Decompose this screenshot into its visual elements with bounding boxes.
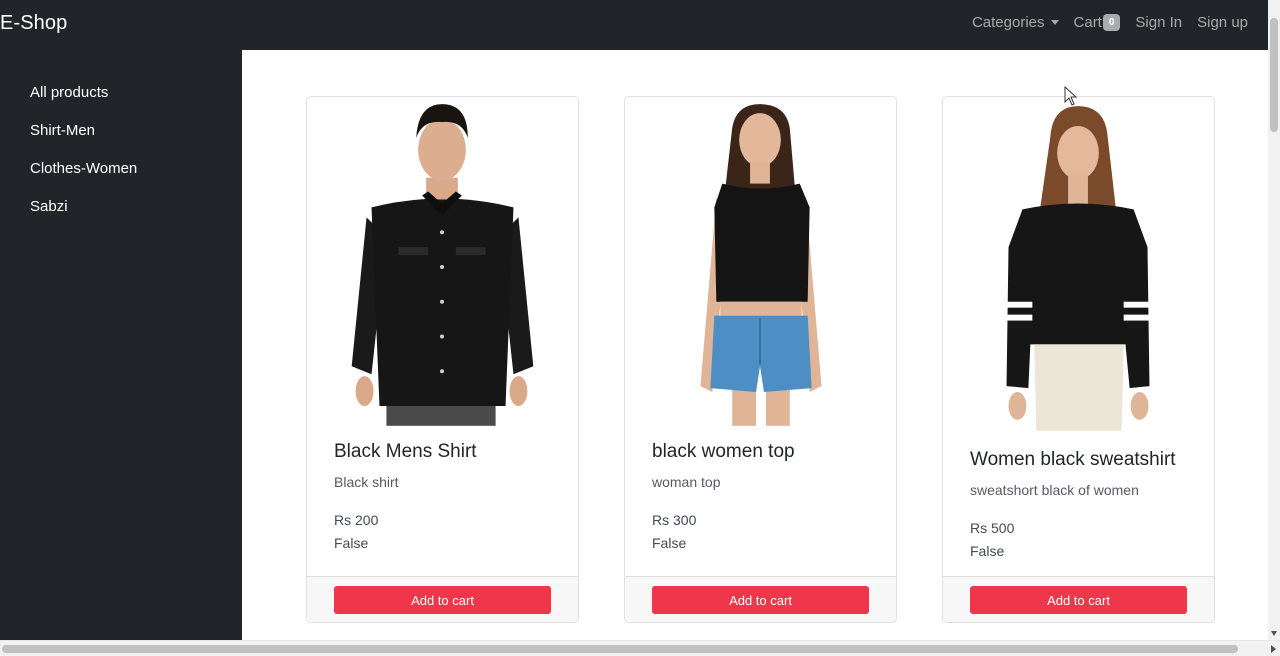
scroll-right-arrow-icon[interactable]	[1271, 645, 1276, 653]
card-footer: Add to cart	[625, 576, 896, 622]
product-stock-status: False	[334, 535, 369, 551]
product-price: Rs 500	[970, 520, 1015, 536]
product-description: sweatshort black of women	[970, 482, 1139, 498]
add-to-cart-button[interactable]: Add to cart	[334, 586, 551, 614]
product-title[interactable]: black women top	[652, 441, 795, 463]
woman-sweatshirt-photo	[943, 97, 1214, 432]
card-footer: Add to cart	[307, 576, 578, 622]
sign-in-link[interactable]: Sign In	[1135, 14, 1182, 31]
brand-logo[interactable]: E-Shop	[0, 12, 67, 35]
product-card: Women black sweatshirt sweatshort black …	[942, 96, 1215, 623]
categories-dropdown[interactable]: Categories	[972, 14, 1059, 31]
woman-top-photo	[625, 97, 896, 432]
product-description: woman top	[652, 474, 721, 490]
product-price: Rs 300	[652, 512, 697, 528]
product-description: Black shirt	[334, 474, 399, 490]
cart-count-badge: 0	[1102, 14, 1121, 31]
sidebar-item-shirt-men[interactable]: Shirt-Men	[30, 122, 95, 139]
add-to-cart-button[interactable]: Add to cart	[970, 586, 1187, 614]
horizontal-scrollbar-thumb[interactable]	[2, 645, 1238, 653]
category-sidebar: All products Shirt-Men Clothes-Women Sab…	[0, 50, 242, 640]
mouse-cursor-icon	[1064, 86, 1078, 106]
product-stock-status: False	[652, 535, 687, 551]
cart-link[interactable]: Cart 0	[1074, 14, 1121, 31]
caret-down-icon	[1050, 20, 1059, 25]
cart-label: Cart	[1073, 14, 1102, 31]
horizontal-scrollbar[interactable]	[0, 640, 1280, 656]
vertical-scrollbar[interactable]	[1268, 0, 1280, 640]
card-footer: Add to cart	[943, 576, 1214, 622]
product-stock-status: False	[970, 543, 1005, 559]
sign-up-link[interactable]: Sign up	[1197, 14, 1248, 31]
product-price: Rs 200	[334, 512, 379, 528]
vertical-scrollbar-thumb[interactable]	[1270, 18, 1278, 132]
categories-label: Categories	[971, 14, 1045, 31]
product-card: black women top woman top Rs 300 False A…	[624, 96, 897, 623]
product-card: Black Mens Shirt Black shirt Rs 200 Fals…	[306, 96, 579, 623]
product-title[interactable]: Women black sweatshirt	[970, 449, 1176, 471]
sidebar-item-sabzi[interactable]: Sabzi	[30, 198, 68, 215]
man-shirt-photo	[307, 97, 578, 432]
top-navbar: E-Shop Categories Cart 0 Sign In Sign up	[0, 0, 1268, 50]
nav-links: Categories Cart 0 Sign In Sign up	[972, 14, 1248, 31]
scroll-down-arrow-icon[interactable]	[1271, 631, 1277, 636]
product-title[interactable]: Black Mens Shirt	[334, 441, 477, 463]
sidebar-item-clothes-women[interactable]: Clothes-Women	[30, 160, 137, 177]
add-to-cart-button[interactable]: Add to cart	[652, 586, 869, 614]
sidebar-item-all-products[interactable]: All products	[30, 84, 108, 101]
